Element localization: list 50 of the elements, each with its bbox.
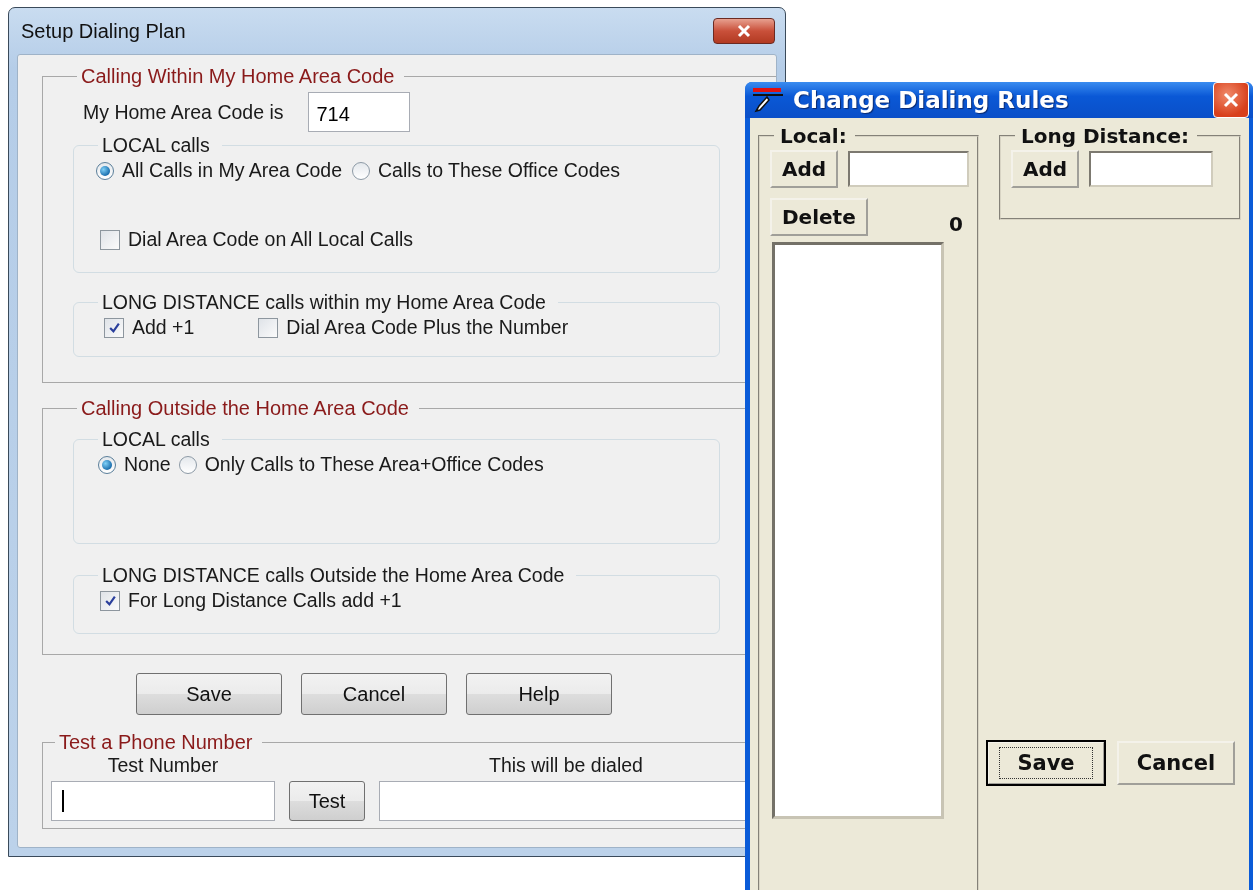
checkmark-icon <box>103 594 117 607</box>
group-title: Local: <box>779 124 848 148</box>
checkbox-label: Dial Area Code on All Local Calls <box>128 228 414 251</box>
group-title: Test a Phone Number <box>58 731 254 754</box>
radio-label: None <box>124 453 171 476</box>
group-title: LONG DISTANCE calls within my Home Area Code <box>101 291 547 314</box>
window-title: Change Dialing Rules <box>793 87 1070 113</box>
text-field[interactable] <box>1089 151 1214 187</box>
radio-label: Only Calls to These Area+Office Codes <box>204 453 544 476</box>
window-title: Setup Dialing Plan <box>21 19 186 43</box>
area-code-field[interactable]: 714 <box>307 92 410 132</box>
checkbox[interactable] <box>100 590 120 611</box>
checkmark-icon <box>107 321 121 334</box>
test-button[interactable]: Test <box>289 781 365 821</box>
group-title: LONG DISTANCE calls Outside the Home Area Code <box>101 564 566 587</box>
test-number-field[interactable] <box>51 781 275 821</box>
item-count: 0 <box>949 212 963 236</box>
dialog-button[interactable]: Save <box>987 741 1105 785</box>
dialog-button[interactable]: Cancel <box>301 673 447 715</box>
group-title: Calling Outside the Home Area Code <box>80 397 410 420</box>
checkbox-label: Add +1 <box>132 316 195 339</box>
group-title: Calling Within My Home Area Code <box>80 65 396 88</box>
delete-button[interactable]: Delete <box>770 198 868 236</box>
checkbox-label: Dial Area Code Plus the Number <box>286 316 569 339</box>
dialog-button[interactable]: Save <box>136 673 282 715</box>
checkbox[interactable] <box>258 317 279 338</box>
list-box[interactable] <box>772 242 944 819</box>
group-title: LOCAL calls <box>101 428 211 451</box>
close-icon <box>735 24 753 38</box>
radio-label: Calls to These Office Codes <box>378 159 621 182</box>
field-label: My Home Area Code is <box>83 100 284 124</box>
field-label: Test Number <box>107 754 219 777</box>
dialog-button[interactable]: Help <box>466 673 612 715</box>
text-field[interactable] <box>848 151 969 187</box>
close-icon <box>1221 90 1241 110</box>
group-title: Long Distance: <box>1020 124 1191 148</box>
checkbox[interactable] <box>104 317 124 338</box>
checkbox-label: For Long Distance Calls add +1 <box>128 589 402 612</box>
dialog-button[interactable]: Cancel <box>1117 741 1235 785</box>
radio-button[interactable] <box>98 455 116 474</box>
checkbox[interactable] <box>100 229 120 250</box>
group-title: LOCAL calls <box>101 134 211 157</box>
add-button[interactable]: Add <box>770 150 839 188</box>
radio-button[interactable] <box>352 161 370 180</box>
close-button[interactable] <box>713 18 775 44</box>
radio-button[interactable] <box>96 161 114 180</box>
radio-label: All Calls in My Area Code <box>122 159 342 182</box>
radio-button[interactable] <box>178 455 197 474</box>
add-button[interactable]: Add <box>1011 150 1080 188</box>
field-label: This will be dialed <box>489 754 643 777</box>
